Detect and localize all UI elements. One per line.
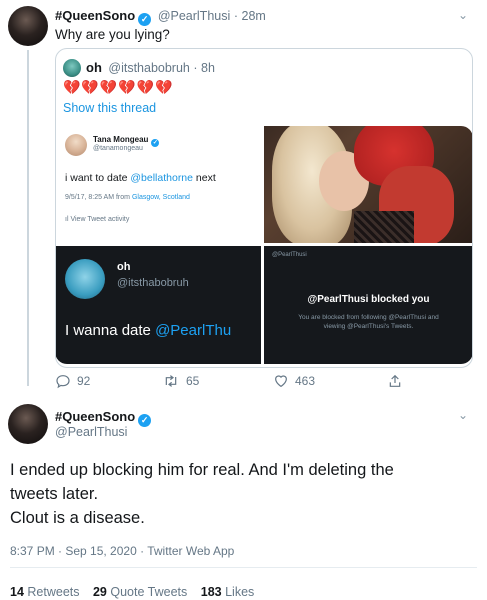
main-display-name[interactable]: #QueenSono	[55, 409, 135, 424]
quoted-avatar[interactable]	[63, 59, 81, 77]
main-text-line2: tweets later.	[10, 485, 99, 503]
main-timestamp[interactable]: 8:37 PM · Sep 15, 2020 · Twitter Web App	[10, 544, 234, 558]
media-bl-dark-tweet[interactable]: oh @itsthabobruh I wanna date @PearlThu	[56, 246, 261, 364]
blocked-line1: You are blocked from following @PearlThu…	[298, 314, 439, 321]
dark-tweet-text: I wanna date @PearlThu	[65, 322, 232, 339]
reply-avatar[interactable]	[8, 6, 48, 46]
dark-tweet-handle: @itsthabobruh	[117, 277, 189, 289]
quoted-display-name[interactable]: oh	[86, 60, 102, 75]
reply-header: #QueenSono ✓ @PearlThusi · 28m	[55, 8, 266, 26]
main-text-line3: Clout is a disease.	[10, 509, 145, 527]
quoted-tweet-card[interactable]: oh @itsthabobruh · 8h 💔💔💔💔💔💔 Show this t…	[55, 48, 473, 368]
stats-divider-top	[10, 567, 477, 568]
media-br-blocked[interactable]: @PearlThusi @PearlThusi blocked you You …	[264, 246, 472, 364]
heart-icon	[275, 375, 287, 388]
share-icon	[389, 374, 401, 387]
reply-display-name[interactable]: #QueenSono	[55, 8, 135, 23]
thread-line	[27, 50, 29, 386]
main-text-line1: I ended up blocking him for real. And I'…	[10, 461, 394, 479]
show-thread-link[interactable]: Show this thread	[63, 101, 156, 115]
retweet-action[interactable]: 65	[162, 373, 199, 389]
quotes-stat[interactable]: 29 Quote Tweets	[93, 585, 187, 599]
media-tr-photo[interactable]	[264, 126, 472, 243]
blocked-title: @PearlThusi blocked you	[307, 294, 430, 305]
reply-handle[interactable]: @PearlThusi	[158, 9, 230, 23]
tana-avatar	[65, 134, 87, 156]
like-count: 463	[295, 374, 316, 388]
tana-tweet-meta: 9/5/17, 8:25 AM from Glasgow, Scotland	[65, 194, 190, 201]
tweet-stats: 14 Retweets 29 Quote Tweets 183 Likes	[10, 585, 254, 599]
reply-text: Why are you lying?	[55, 27, 170, 42]
photo-netting	[354, 211, 414, 243]
gumball-avatar	[65, 259, 105, 299]
main-tweet-text: I ended up blocking him for real. And I'…	[10, 458, 394, 530]
quoted-handle[interactable]: @itsthabobruh	[108, 61, 190, 75]
likes-stat[interactable]: 183 Likes	[201, 585, 255, 599]
share-action[interactable]	[387, 373, 403, 389]
reply-icon	[56, 375, 70, 389]
dark-tweet-name: oh	[117, 261, 131, 273]
verified-icon: ✓	[138, 414, 152, 427]
verified-icon: ✓	[151, 139, 160, 147]
retweet-icon	[165, 375, 177, 387]
main-handle[interactable]: @PearlThusi	[55, 425, 127, 439]
quoted-time[interactable]: · 8h	[193, 61, 215, 75]
tana-tweet-text: i want to date @bellathorne next	[65, 172, 216, 184]
verified-icon: ✓	[138, 13, 152, 26]
bar-chart-icon: ıl	[65, 216, 69, 223]
reply-count: 92	[77, 374, 91, 388]
media-tl-screenshot[interactable]: Tana Mongeau ✓ @tanamongeau i want to dat…	[56, 126, 261, 243]
chevron-down-icon[interactable]: ⌄	[458, 8, 468, 22]
chevron-down-icon[interactable]: ⌄	[458, 408, 468, 422]
media-grid[interactable]: Tana Mongeau ✓ @tanamongeau i want to dat…	[56, 126, 472, 364]
retweet-count: 65	[186, 374, 200, 388]
reply-action[interactable]: 92	[55, 373, 90, 389]
tana-handle: @tanamongeau	[93, 145, 143, 152]
blocked-line2: viewing @PearlThusi's Tweets.	[323, 323, 414, 330]
retweets-stat[interactable]: 14 Retweets	[10, 585, 80, 599]
tweet-activity: ıl View Tweet activity	[65, 216, 130, 223]
main-avatar[interactable]	[8, 404, 48, 444]
broken-heart-emoji-row: 💔💔💔💔💔💔	[63, 79, 174, 95]
reply-time[interactable]: · 28m	[234, 9, 266, 23]
like-action[interactable]: 463	[273, 373, 315, 389]
blocked-top-handle: @PearlThusi	[272, 252, 307, 258]
quoted-header: oh @itsthabobruh · 8h	[86, 60, 215, 75]
